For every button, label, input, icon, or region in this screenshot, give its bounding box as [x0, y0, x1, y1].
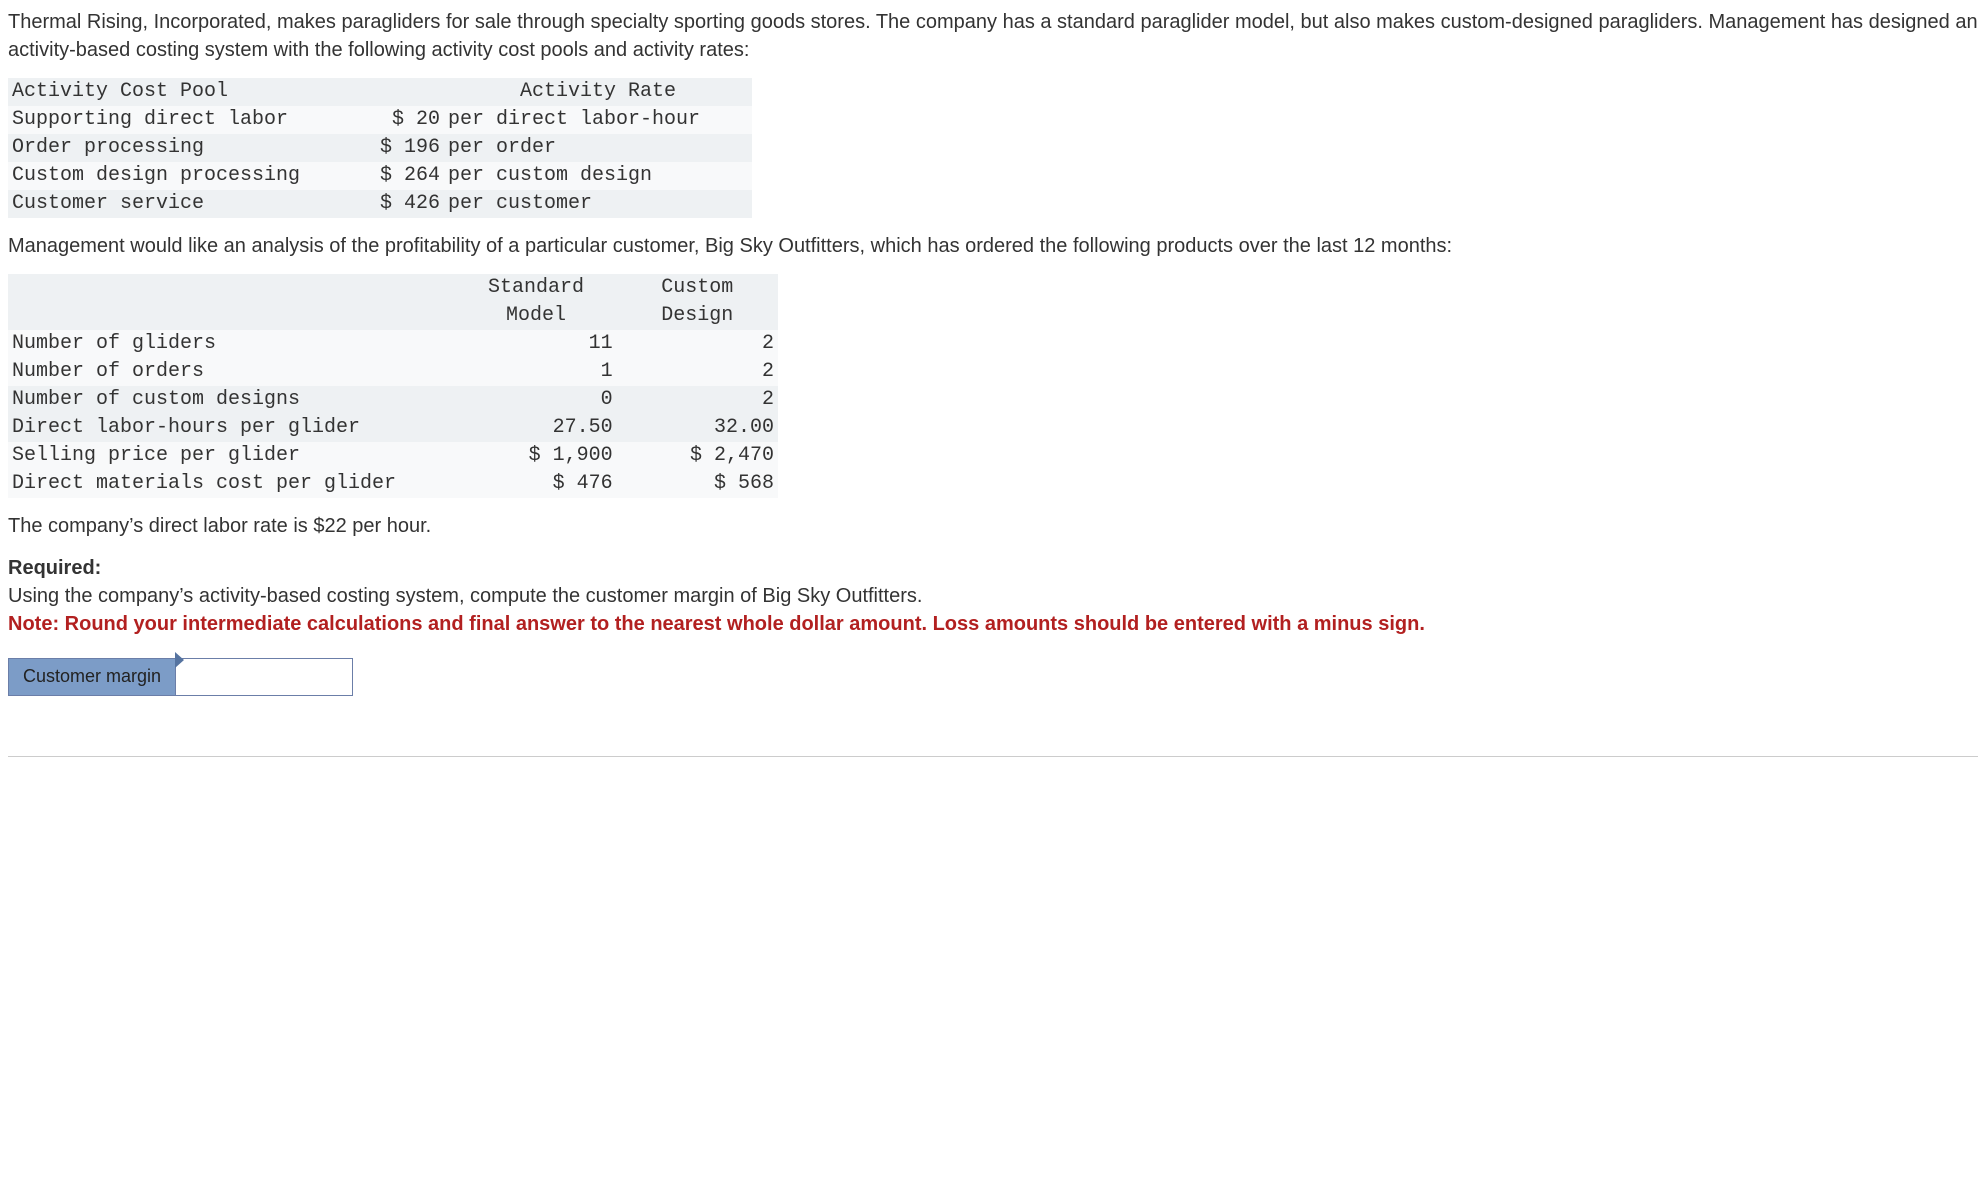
table1-row-pool: Supporting direct labor — [8, 106, 356, 134]
answer-label-text: Customer margin — [23, 664, 161, 689]
table2-row-std: 11 — [455, 330, 616, 358]
activity-rate-table: Activity Cost Pool Activity Rate Support… — [8, 78, 752, 218]
table2-row-label: Selling price per glider — [8, 442, 455, 470]
table2-row-cust: 32.00 — [617, 414, 778, 442]
table1-row-pool: Order processing — [8, 134, 356, 162]
labor-rate-line: The company’s direct labor rate is $22 p… — [8, 512, 1978, 540]
table2-header-std-l1: Standard — [455, 274, 616, 302]
table2-row-std: 27.50 — [455, 414, 616, 442]
table2-header-std-l2: Model — [455, 302, 616, 330]
table2-row-cust: $ 2,470 — [617, 442, 778, 470]
table1-row-pool: Custom design processing — [8, 162, 356, 190]
table1-row-unit: per direct labor-hour — [444, 106, 752, 134]
required-note: Note: Round your intermediate calculatio… — [8, 613, 1425, 635]
table1-row-unit: per custom design — [444, 162, 752, 190]
table1-header-rate: Activity Rate — [444, 78, 752, 106]
table1-header-pool: Activity Cost Pool — [8, 78, 356, 106]
table2-header-cust-l2: Design — [617, 302, 778, 330]
table1-row-amount: $ 426 — [356, 190, 444, 218]
problem-intro: Thermal Rising, Incorporated, makes para… — [8, 8, 1978, 64]
required-heading: Required: — [8, 557, 101, 579]
table1-row-amount: $ 20 — [356, 106, 444, 134]
chevron-right-icon — [175, 652, 184, 668]
table1-row-pool: Customer service — [8, 190, 356, 218]
table2-row-cust: $ 568 — [617, 470, 778, 498]
table1-row-unit: per order — [444, 134, 752, 162]
customer-order-table: Standard Custom Model Design Number of g… — [8, 274, 778, 498]
table2-row-cust: 2 — [617, 358, 778, 386]
table1-row-amount: $ 196 — [356, 134, 444, 162]
table1-header-rate-blank — [356, 78, 444, 106]
answer-cell: Customer margin — [8, 658, 353, 696]
table2-row-label: Direct labor-hours per glider — [8, 414, 455, 442]
table2-row-label: Direct materials cost per glider — [8, 470, 455, 498]
problem-mid: Management would like an analysis of the… — [8, 232, 1978, 260]
table2-row-std: 0 — [455, 386, 616, 414]
answer-label: Customer margin — [9, 659, 176, 695]
table2-row-label: Number of gliders — [8, 330, 455, 358]
table2-row-std: $ 1,900 — [455, 442, 616, 470]
table2-row-label: Number of orders — [8, 358, 455, 386]
table2-row-cust: 2 — [617, 330, 778, 358]
table2-row-std: 1 — [455, 358, 616, 386]
required-text: Using the company’s activity-based costi… — [8, 585, 922, 607]
table1-row-amount: $ 264 — [356, 162, 444, 190]
table2-header-cust-l1: Custom — [617, 274, 778, 302]
footer-divider — [8, 756, 1978, 757]
table2-row-cust: 2 — [617, 386, 778, 414]
customer-margin-input[interactable] — [176, 659, 352, 695]
table1-row-unit: per customer — [444, 190, 752, 218]
table2-row-label: Number of custom designs — [8, 386, 455, 414]
table2-row-std: $ 476 — [455, 470, 616, 498]
